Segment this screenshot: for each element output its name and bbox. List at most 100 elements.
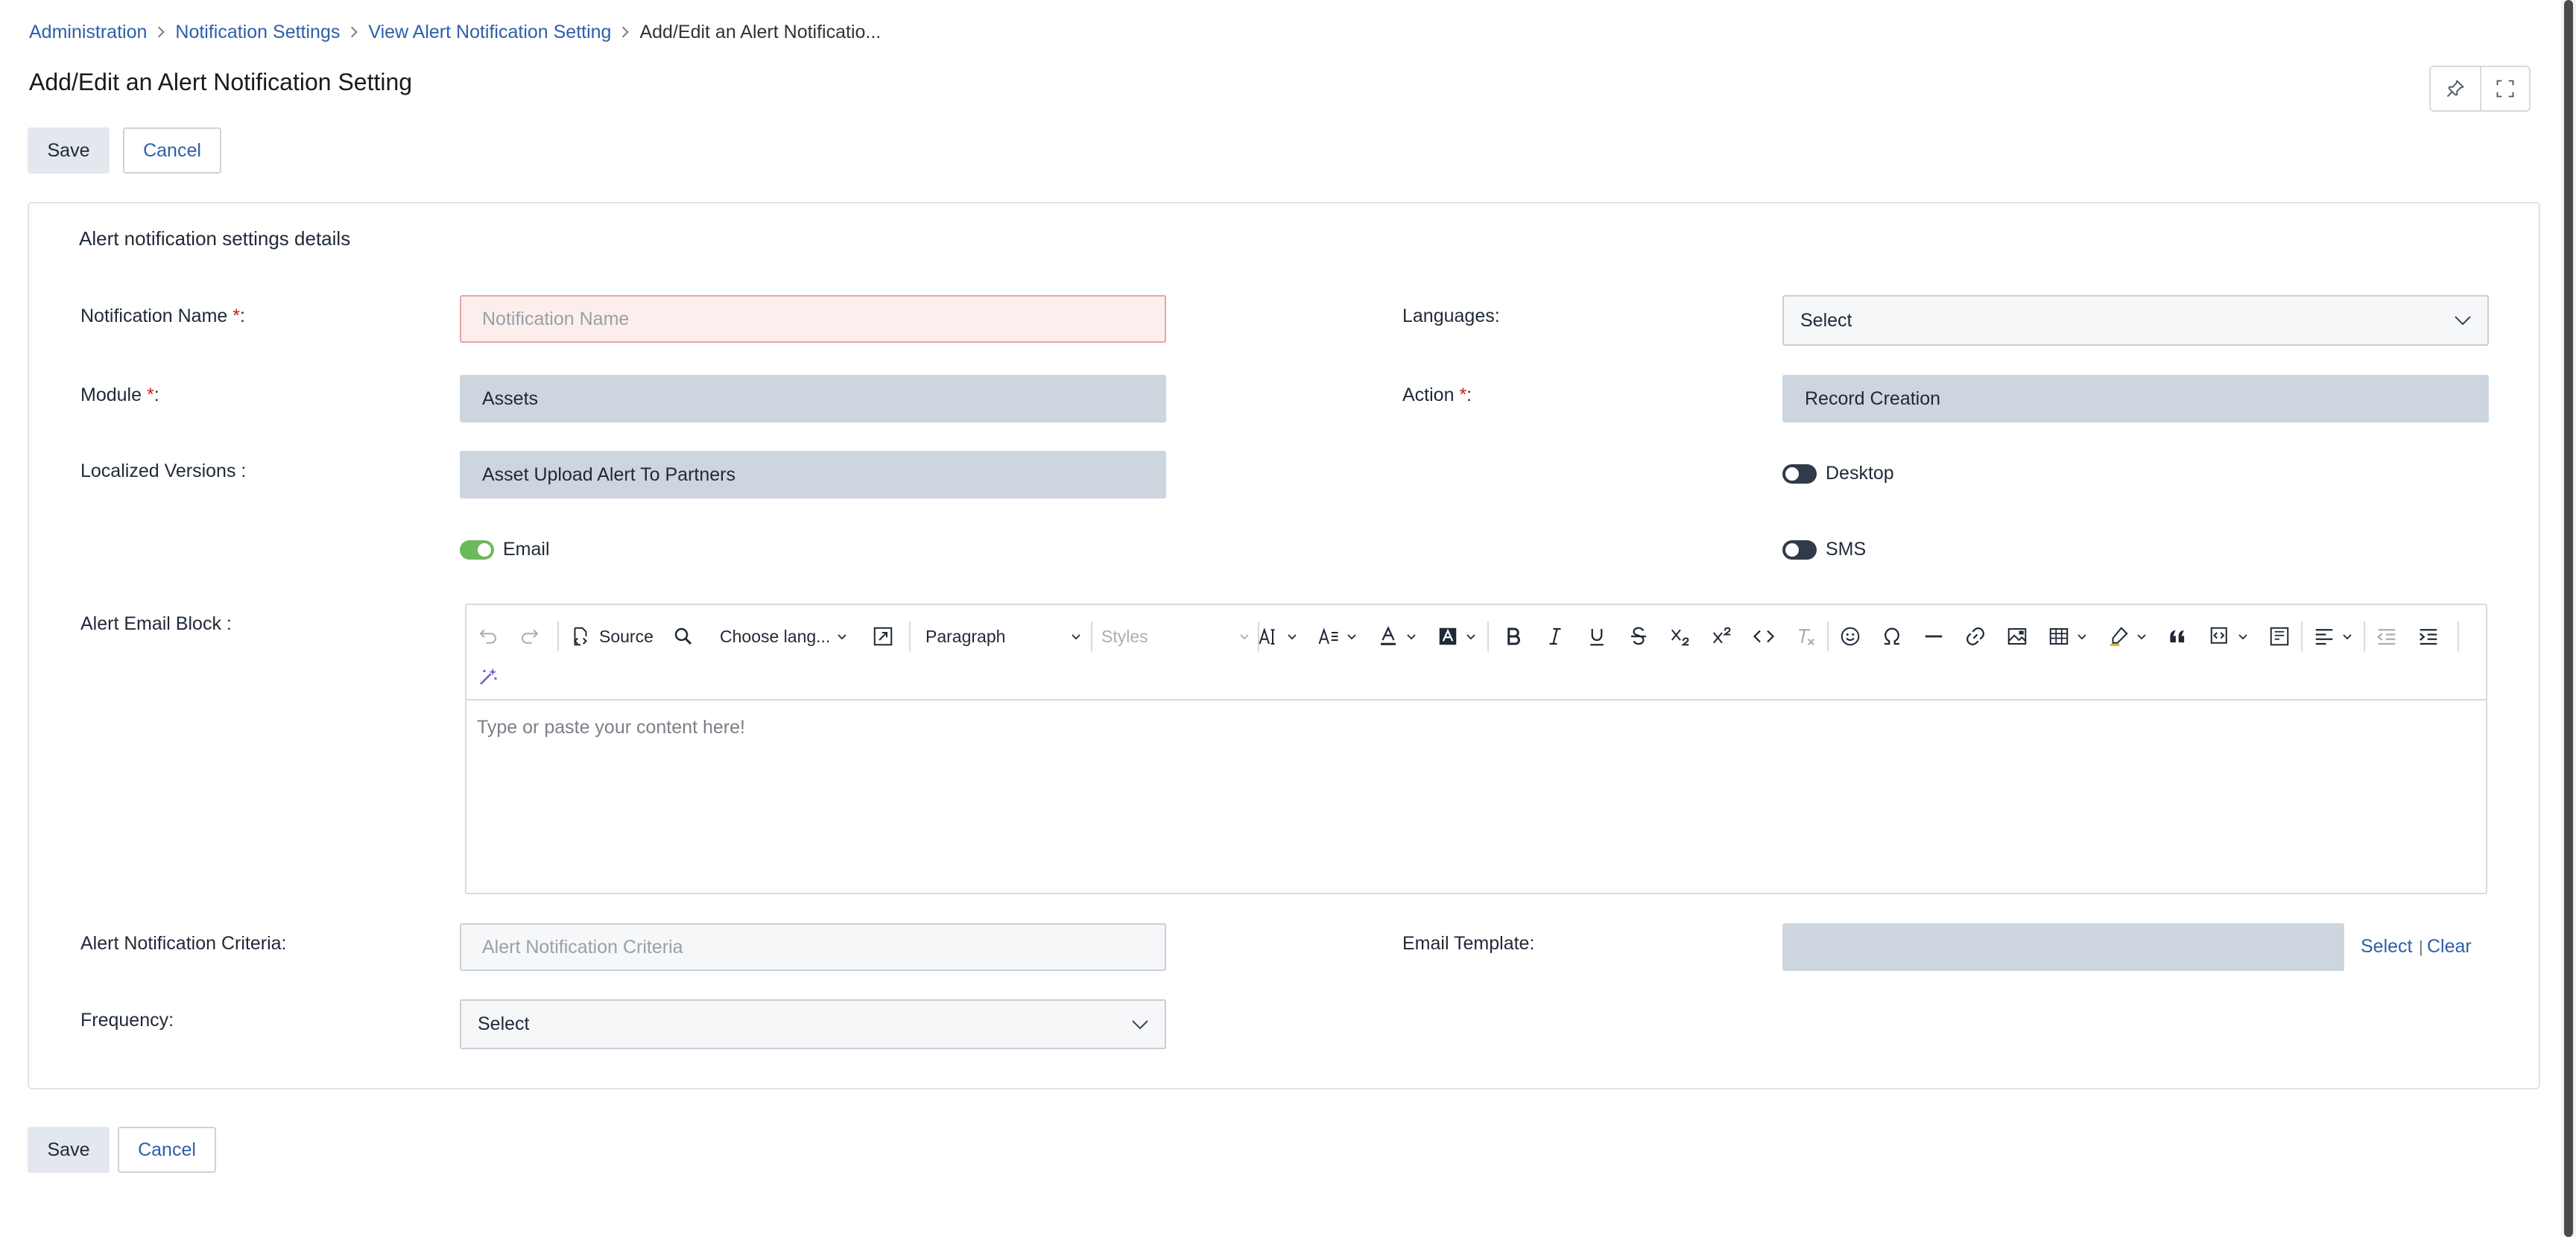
redo-button[interactable] [519, 618, 541, 654]
module-label: Module *: [80, 385, 159, 405]
desktop-toggle[interactable]: Desktop [1782, 463, 1894, 484]
editor-content-area[interactable]: Type or paste your content here! [466, 700, 2486, 755]
breadcrumb-view-alert-notification-setting[interactable]: View Alert Notification Setting [368, 22, 611, 43]
email-toggle-label: Email [503, 539, 550, 560]
alignment-button[interactable] [2313, 618, 2353, 654]
background-color-icon [1439, 627, 1457, 645]
bold-button[interactable] [1502, 618, 1525, 654]
localized-versions-field: Asset Upload Alert To Partners [460, 451, 1166, 499]
breadcrumb-administration[interactable]: Administration [29, 22, 147, 43]
find-replace-icon [674, 627, 692, 645]
outdent-icon [2377, 629, 2396, 645]
bold-icon [1507, 627, 1520, 645]
cancel-button-top[interactable]: Cancel [123, 127, 221, 174]
strikethrough-button[interactable] [1627, 618, 1650, 654]
frequency-select-value: Select [478, 1013, 530, 1034]
action-label: Action *: [1402, 385, 1472, 405]
find-replace-button[interactable] [672, 618, 694, 654]
page-scrollbar[interactable] [2561, 0, 2576, 1237]
chevron-right-icon [611, 25, 639, 39]
ai-assistant-button[interactable] [477, 659, 499, 695]
insert-table-button[interactable] [2048, 618, 2088, 654]
link-button[interactable] [1964, 618, 1987, 654]
breadcrumb-notification-settings[interactable]: Notification Settings [175, 22, 340, 43]
section-title: Alert notification settings details [79, 227, 351, 250]
criteria-input[interactable]: Alert Notification Criteria [460, 923, 1166, 971]
chevron-down-icon [1240, 634, 1249, 640]
blockquote-button[interactable] [2167, 618, 2189, 654]
horizontal-line-icon [1925, 635, 1943, 638]
subscript-icon [1671, 629, 1689, 646]
sms-toggle-label: SMS [1826, 539, 1867, 560]
email-template-select-link[interactable]: Select [2361, 936, 2412, 958]
font-family-button[interactable] [1317, 618, 1358, 654]
underline-button[interactable] [1586, 618, 1608, 654]
desktop-toggle-label: Desktop [1826, 463, 1894, 484]
html-embed-button[interactable] [2268, 618, 2291, 654]
maximize-icon [873, 627, 893, 646]
sms-toggle[interactable]: SMS [1782, 539, 1866, 560]
table-icon [2049, 628, 2069, 645]
italic-button[interactable] [1544, 618, 1566, 654]
font-size-icon [1259, 627, 1275, 645]
fullscreen-editor-button[interactable] [872, 618, 894, 654]
code-block-icon [2210, 627, 2227, 644]
remove-format-button[interactable] [1794, 618, 1817, 654]
localized-versions-label: Localized Versions : [80, 461, 247, 481]
page-title: Add/Edit an Alert Notification Setting [29, 69, 413, 95]
desktop-switch[interactable] [1782, 464, 1817, 484]
email-template-clear-link[interactable]: Clear [2427, 936, 2472, 958]
special-characters-button[interactable] [1881, 618, 1903, 654]
quote-icon [2170, 630, 2185, 643]
font-size-button[interactable] [1258, 618, 1298, 654]
undo-button[interactable] [477, 618, 499, 654]
paragraph-dropdown[interactable]: Paragraph [925, 618, 1082, 654]
html-embed-icon [2270, 627, 2289, 646]
frequency-label: Frequency: [80, 1010, 174, 1031]
horizontal-line-button[interactable] [1922, 618, 1945, 654]
background-color-button[interactable] [1437, 618, 1477, 654]
subscript-button[interactable] [1669, 618, 1692, 654]
email-toggle[interactable]: Email [460, 539, 550, 560]
scrollbar-thumb[interactable] [2564, 0, 2573, 1237]
highlight-button[interactable] [2107, 618, 2148, 654]
module-field: Assets [460, 375, 1166, 423]
sms-switch[interactable] [1782, 540, 1817, 560]
source-button[interactable]: Source [569, 618, 654, 654]
outdent-button[interactable] [2376, 618, 2398, 654]
chevron-down-icon [2137, 634, 2146, 640]
language-dropdown-label: Choose lang... [720, 626, 831, 646]
chevron-down-icon [1466, 634, 1475, 640]
insert-image-button[interactable] [2006, 618, 2028, 654]
insert-code-block-button[interactable] [2209, 618, 2249, 654]
styles-dropdown[interactable]: Styles [1101, 618, 1250, 654]
code-icon [1753, 630, 1775, 643]
font-color-button[interactable] [1377, 618, 1417, 654]
cancel-button-bottom[interactable]: Cancel [118, 1127, 216, 1173]
chevron-down-icon [1132, 1019, 1148, 1029]
emoji-button[interactable] [1839, 618, 1861, 654]
save-button-bottom[interactable]: Save [28, 1127, 110, 1173]
frequency-select[interactable]: Select [460, 999, 1166, 1049]
breadcrumb-current: Add/Edit an Alert Notificatio... [639, 21, 882, 42]
pin-icon [2446, 80, 2464, 98]
pin-button[interactable] [2431, 67, 2480, 110]
indent-button[interactable] [2417, 618, 2440, 654]
redo-icon [522, 629, 539, 644]
languages-select[interactable]: Select [1782, 295, 2489, 346]
fullscreen-button[interactable] [2480, 67, 2529, 110]
language-dropdown[interactable]: Choose lang... [720, 618, 848, 654]
chevron-down-icon [1347, 634, 1356, 640]
languages-label: Languages: [1402, 306, 1500, 326]
source-label: Source [599, 626, 654, 646]
code-button[interactable] [1753, 618, 1775, 654]
email-template-field [1782, 923, 2344, 971]
notification-name-input[interactable]: Notification Name [460, 295, 1166, 343]
email-switch[interactable] [460, 540, 494, 560]
superscript-icon [1712, 627, 1731, 644]
font-family-icon [1318, 627, 1338, 645]
italic-icon [1549, 627, 1561, 645]
save-button-top[interactable]: Save [28, 127, 110, 174]
highlighter-icon [2110, 627, 2128, 646]
superscript-button[interactable] [1711, 618, 1733, 654]
